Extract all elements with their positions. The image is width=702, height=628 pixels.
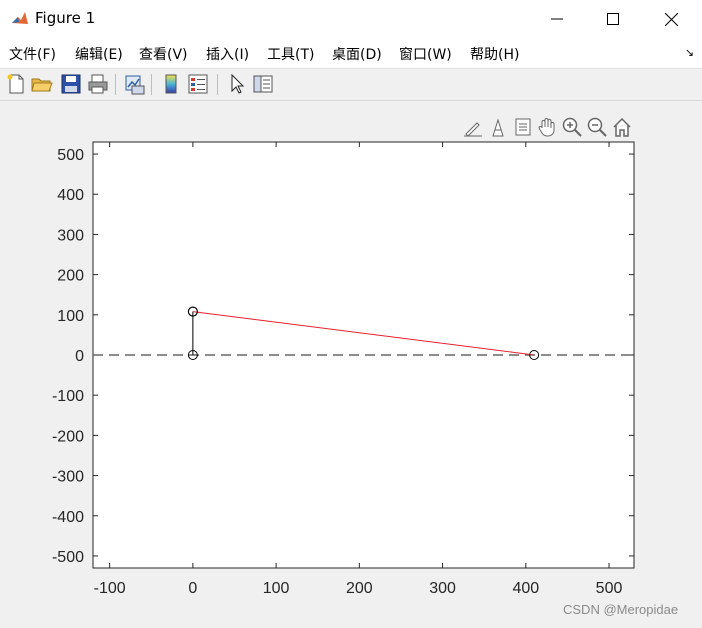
x-tick-label: 300 [429,580,456,597]
y-tick-label: 100 [57,308,84,325]
y-tick-label: -500 [52,549,84,566]
x-tick-label: 0 [188,580,197,597]
x-tick-label: 200 [346,580,373,597]
y-tick-label: 300 [57,227,84,244]
plot-area[interactable]: -100 0 100 200 300 400 500 500 400 300 200 100 0 -100… [0,0,702,628]
x-tick-label: 500 [596,580,623,597]
y-tick-label: -300 [52,469,84,486]
y-tick-label: -100 [52,388,84,405]
y-tick-label: 200 [57,268,84,285]
y-tick-label: -200 [52,428,84,445]
x-tick-label: 100 [263,580,290,597]
x-tick-label: 400 [512,580,539,597]
y-tick-label: 500 [57,147,84,164]
x-tick-label: -100 [94,580,126,597]
y-tick-label: -400 [52,509,84,526]
y-tick-label: 0 [75,348,84,365]
watermark: CSDN @Meropidae [563,602,679,617]
y-tick-label: 400 [57,187,84,204]
